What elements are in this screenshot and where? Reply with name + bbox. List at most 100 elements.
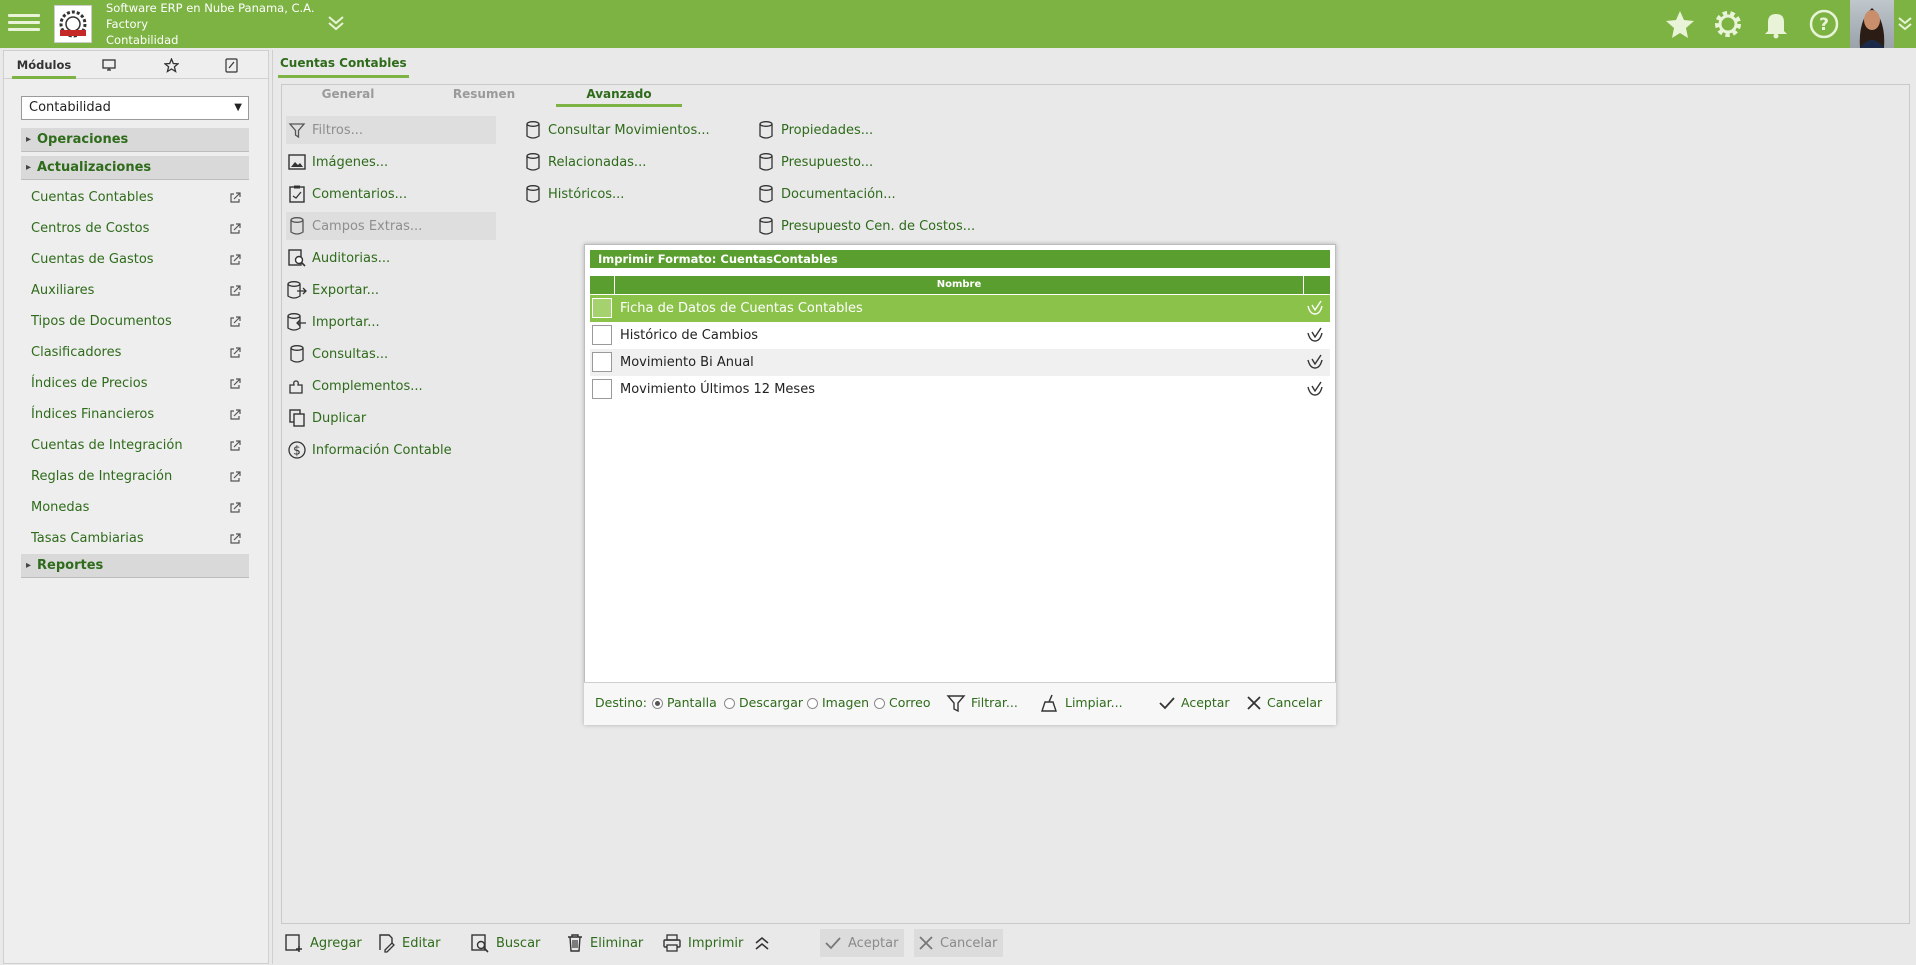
consultas-action[interactable]: Consultas...	[286, 340, 388, 368]
svg-text:$: $	[293, 444, 301, 458]
nav-item[interactable]: Tipos de Documentos	[31, 314, 241, 334]
complementos-action[interactable]: Complementos...	[286, 372, 423, 400]
editar-button[interactable]: Editar	[372, 929, 447, 957]
consultar-movimientos-action[interactable]: Consultar Movimientos...	[522, 116, 710, 144]
external-link-icon[interactable]	[229, 254, 241, 266]
cancelar-dialog-button[interactable]: Cancelar	[1246, 692, 1322, 714]
star-icon[interactable]	[1664, 8, 1696, 40]
bell-icon[interactable]	[1760, 8, 1792, 40]
nav-item[interactable]: Cuentas de Gastos	[31, 252, 241, 272]
table-row[interactable]: Histórico de Cambios	[590, 322, 1330, 349]
tab-modulos[interactable]: Módulos	[12, 51, 76, 79]
external-link-icon[interactable]	[229, 440, 241, 452]
aceptar-dialog-button[interactable]: Aceptar	[1158, 692, 1230, 714]
section-operaciones[interactable]: Operaciones	[21, 128, 249, 152]
relacionadas-action[interactable]: Relacionadas...	[522, 148, 646, 176]
database-icon	[755, 217, 777, 235]
auditorias-action[interactable]: Auditorias...	[286, 244, 390, 272]
nav-item[interactable]: Índices Financieros	[31, 407, 241, 427]
cancelar-button[interactable]: Cancelar	[914, 929, 1004, 957]
nav-item[interactable]: Monedas	[31, 500, 241, 520]
filter-icon	[286, 121, 308, 139]
external-link-icon[interactable]	[229, 409, 241, 421]
external-link-icon[interactable]	[229, 223, 241, 235]
row-checkbox[interactable]	[592, 379, 612, 399]
close-icon	[918, 935, 934, 951]
nav-item[interactable]: Auxiliares	[31, 283, 241, 303]
nav-item[interactable]: Cuentas Contables	[31, 190, 241, 210]
double-chevron-down-icon[interactable]	[326, 14, 346, 32]
radio-correo[interactable]: Correo	[874, 692, 931, 714]
eliminar-button[interactable]: Eliminar	[562, 929, 649, 957]
comentarios-action[interactable]: Comentarios...	[286, 180, 407, 208]
external-link-icon[interactable]	[229, 285, 241, 297]
external-link-icon[interactable]	[229, 471, 241, 483]
aceptar-button[interactable]: Aceptar	[820, 929, 905, 957]
duplicar-action[interactable]: Duplicar	[286, 404, 366, 432]
exportar-action[interactable]: Exportar...	[286, 276, 379, 304]
documentacion-action[interactable]: Documentación...	[755, 180, 896, 208]
preview-icon[interactable]	[1306, 327, 1324, 343]
row-checkbox[interactable]	[592, 298, 612, 318]
double-chevron-up-icon[interactable]	[753, 934, 771, 952]
presupuesto-action[interactable]: Presupuesto...	[755, 148, 873, 176]
presupuesto-cen-costos-action[interactable]: Presupuesto Cen. de Costos...	[755, 212, 975, 240]
row-checkbox[interactable]	[592, 325, 612, 345]
external-link-icon[interactable]	[229, 502, 241, 514]
imagenes-action[interactable]: Imágenes...	[286, 148, 388, 176]
preview-icon[interactable]	[1306, 300, 1324, 316]
chevron-down-icon[interactable]	[1897, 14, 1913, 32]
filter-icon	[946, 693, 966, 713]
informacion-contable-action[interactable]: $ Información Contable	[286, 436, 452, 464]
dollar-icon: $	[286, 441, 308, 459]
table-row[interactable]: Movimiento Bi Anual	[590, 349, 1330, 376]
module-select[interactable]: Contabilidad ▼	[21, 96, 249, 120]
tab-cuentas-contables[interactable]: Cuentas Contables	[278, 54, 409, 78]
nav-item[interactable]: Tasas Cambiarias	[31, 531, 241, 551]
avatar[interactable]	[1850, 0, 1894, 48]
filtros-action[interactable]: Filtros...	[286, 116, 496, 144]
external-link-icon[interactable]	[229, 192, 241, 204]
external-link-icon[interactable]	[229, 347, 241, 359]
imprimir-button[interactable]: Imprimir	[658, 929, 777, 957]
radio-pantalla[interactable]: Pantalla	[652, 692, 717, 714]
limpiar-button[interactable]: Limpiar...	[1040, 692, 1123, 714]
radio-imagen[interactable]: Imagen	[807, 692, 869, 714]
campos-extras-action[interactable]: Campos Extras...	[286, 212, 496, 240]
monitor-icon[interactable]	[94, 51, 124, 79]
radio-descargar[interactable]: Descargar	[724, 692, 803, 714]
help-icon[interactable]: ?	[1808, 8, 1840, 40]
table-row[interactable]: Ficha de Datos de Cuentas Contables	[590, 295, 1330, 322]
external-link-icon[interactable]	[229, 378, 241, 390]
menu-icon[interactable]	[8, 10, 40, 36]
gear-icon[interactable]	[1712, 8, 1744, 40]
nav-item[interactable]: Cuentas de Integración	[31, 438, 241, 458]
row-checkbox[interactable]	[592, 352, 612, 372]
filtrar-button[interactable]: Filtrar...	[946, 692, 1018, 714]
nav-item[interactable]: Reglas de Integración	[31, 469, 241, 489]
buscar-button[interactable]: Buscar	[466, 929, 546, 957]
preview-icon[interactable]	[1306, 381, 1324, 397]
nav-item[interactable]: Centros de Costos	[31, 221, 241, 241]
external-link-icon[interactable]	[229, 533, 241, 545]
section-reportes[interactable]: Reportes	[21, 554, 249, 578]
tab-general[interactable]: General	[300, 87, 396, 107]
importar-action[interactable]: Importar...	[286, 308, 380, 336]
left-tabs: Módulos	[4, 51, 268, 79]
nav-item[interactable]: Clasificadores	[31, 345, 241, 365]
table-row[interactable]: Movimiento Últimos 12 Meses	[590, 376, 1330, 403]
external-link-icon[interactable]	[229, 316, 241, 328]
star-outline-icon[interactable]	[156, 51, 186, 79]
propiedades-action[interactable]: Propiedades...	[755, 116, 873, 144]
tab-avanzado[interactable]: Avanzado	[556, 87, 682, 107]
tab-resumen[interactable]: Resumen	[436, 87, 532, 107]
notes-icon[interactable]	[216, 51, 246, 79]
historicos-action[interactable]: Históricos...	[522, 180, 624, 208]
agregar-button[interactable]: Agregar	[280, 929, 368, 957]
column-header-nombre[interactable]: Nombre	[615, 276, 1303, 294]
section-actualizaciones[interactable]: Actualizaciones	[21, 156, 249, 180]
preview-icon[interactable]	[1306, 354, 1324, 370]
grid-header: Nombre	[590, 276, 1330, 294]
nav-item[interactable]: Índices de Precios	[31, 376, 241, 396]
check-icon	[824, 935, 842, 951]
